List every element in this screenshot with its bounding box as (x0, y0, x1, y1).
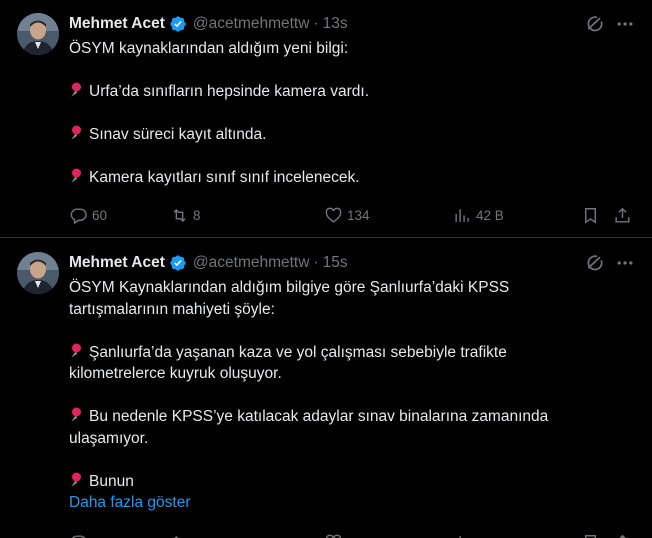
retweet-icon (173, 535, 179, 538)
avatar[interactable] (17, 13, 59, 55)
reply-count: 60 (92, 207, 108, 223)
tweet-line: Bunun (69, 471, 639, 493)
reply-button[interactable] (69, 530, 92, 538)
tweet-line: tartışmalarının mahiyeti şöyle: (69, 300, 275, 318)
pushpin-icon (71, 407, 81, 422)
share-icon (618, 534, 627, 538)
reply-icon (71, 534, 86, 538)
pushpin-icon (71, 343, 81, 358)
bookmark-icon (585, 534, 596, 538)
pushpin-icon (71, 472, 81, 487)
views-button[interactable]: 42 B (453, 203, 504, 227)
like-button[interactable] (324, 530, 347, 538)
share-icon (615, 207, 630, 223)
grok-icon[interactable] (585, 14, 605, 34)
share-button[interactable] (613, 530, 636, 538)
reply-button[interactable]: 60 (69, 203, 107, 227)
retweet-icon (173, 208, 186, 222)
tweet[interactable]: Mehmet Acet @acetmehmettw · 15s ÖSYM Kay… (0, 239, 652, 538)
tweet-line: ulaşamıyor. (69, 429, 149, 447)
tweet-actions: 60 8 134 42 B (69, 203, 639, 227)
retweet-button[interactable] (170, 530, 193, 538)
bookmark-button[interactable] (581, 530, 604, 538)
more-icon[interactable] (615, 14, 635, 34)
like-count: 134 (347, 207, 370, 223)
tweet-header: Mehmet Acet @acetmehmettw · 15s (69, 253, 348, 273)
retweet-count: 8 (193, 207, 201, 223)
avatar[interactable] (17, 252, 59, 294)
bookmark-button[interactable] (581, 203, 604, 227)
views-icon (459, 535, 461, 538)
tweet-line: ÖSYM Kaynaklarından aldığım bilgiye göre… (69, 279, 510, 296)
tweet-line: Sınav süreci kayıt altında. (69, 124, 639, 146)
tweet-line: kilometrelerce kuyruk oluşuyor. (69, 365, 282, 382)
more-icon[interactable] (615, 253, 635, 273)
bookmark-icon (585, 207, 596, 224)
tweet[interactable]: Mehmet Acet @acetmehmettw · 13s ÖSYM kay… (0, 0, 652, 238)
tweet-line: Bu nedenle KPSS’ye katılacak adaylar sın… (69, 406, 639, 428)
heart-icon (325, 534, 342, 538)
tweet-line: Şanlıurfa’da yaşanan kaza ve yol çalışma… (69, 342, 639, 364)
verified-badge-icon (170, 255, 186, 271)
reply-icon (70, 207, 87, 224)
show-more-link[interactable]: Daha fazla göster (69, 492, 639, 514)
pushpin-icon (71, 125, 81, 140)
views-count: 42 B (476, 207, 504, 223)
tweet-line: Kamera kayıtları sınıf sınıf incelenecek… (69, 167, 639, 189)
views-icon (455, 208, 469, 222)
pushpin-icon (71, 168, 81, 183)
tweet-line: Urfa’da sınıfların hepsinde kamera vardı… (69, 81, 639, 103)
like-button[interactable]: 134 (324, 203, 370, 227)
tweet-header: Mehmet Acet @acetmehmettw · 13s (69, 14, 348, 34)
verified-badge-icon (170, 16, 186, 32)
tweet-text: ÖSYM Kaynaklarından aldığım bilgiye göre… (69, 277, 639, 514)
tweet-actions (69, 530, 639, 538)
retweet-button[interactable]: 8 (170, 203, 201, 227)
separator-dot: · (313, 15, 319, 32)
timestamp[interactable]: 15s (323, 254, 348, 272)
separator-dot: · (313, 254, 319, 271)
timestamp[interactable]: 13s (323, 15, 348, 33)
author-handle[interactable]: @acetmehmettw (193, 15, 310, 33)
views-button[interactable] (453, 530, 476, 538)
author-name[interactable]: Mehmet Acet (69, 15, 165, 33)
grok-icon[interactable] (585, 253, 605, 273)
pushpin-icon (71, 82, 81, 97)
tweet-text: ÖSYM kaynaklarından aldığım yeni bilgi: … (69, 38, 639, 189)
author-name[interactable]: Mehmet Acet (69, 254, 165, 272)
heart-icon (325, 207, 342, 223)
share-button[interactable] (613, 203, 636, 227)
tweet-line: ÖSYM kaynaklarından aldığım yeni bilgi: (69, 40, 349, 57)
author-handle[interactable]: @acetmehmettw (193, 254, 310, 272)
